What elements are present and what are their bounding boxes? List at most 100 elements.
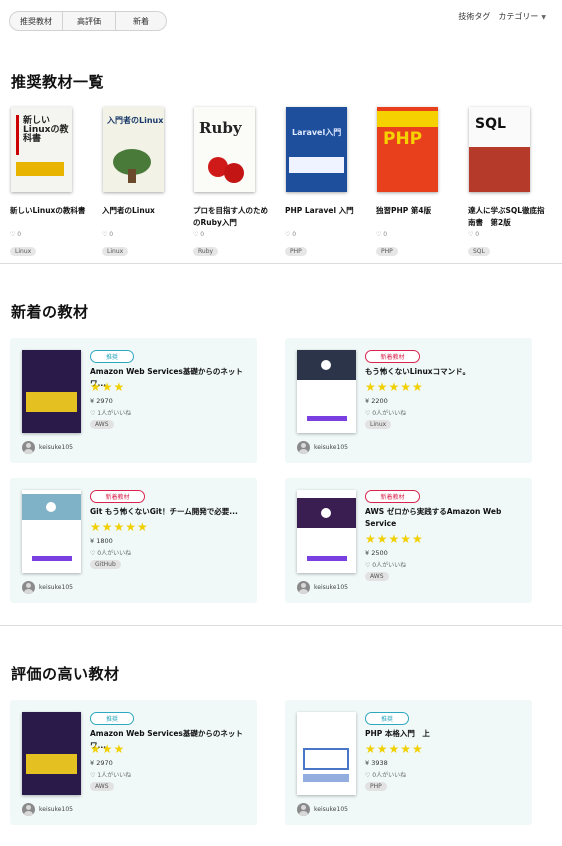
filter-dropdowns: 技術タグ カテゴリー ▼ xyxy=(458,11,546,22)
rating-stars: ★★★ xyxy=(90,742,126,756)
filter-tabs: 推奨教材 高評価 新着 xyxy=(9,11,167,31)
user-avatar-icon xyxy=(22,803,35,816)
material-card[interactable]: 新着教材 AWS ゼロから実践するAmazon Web Service ★★★★… xyxy=(285,478,532,603)
tech-tag[interactable]: AWS xyxy=(90,420,114,429)
tech-tag[interactable]: PHP xyxy=(285,247,307,256)
like-count[interactable]: ♡ 0人がいいね xyxy=(90,548,131,557)
category-filter[interactable]: カテゴリー ▼ xyxy=(498,11,546,22)
material-card[interactable]: 推奨 Amazon Web Services基礎からのネットワ... ★★★ ¥… xyxy=(10,338,257,463)
price: ¥ 3938 xyxy=(365,759,388,767)
book-cover xyxy=(22,350,81,433)
author-name: keisuke105 xyxy=(314,806,348,813)
tab-recommended[interactable]: 推奨教材 xyxy=(9,11,63,31)
section-title-recommended: 推奨教材一覧 xyxy=(11,73,105,91)
price: ¥ 2970 xyxy=(90,759,113,767)
tech-tag-filter[interactable]: 技術タグ xyxy=(458,11,490,22)
book-cover: 新しいLinuxの教科書 xyxy=(11,107,72,192)
material-card[interactable]: 新着教材 もう怖くないLinuxコマンド。 ★★★★★ ¥ 2200 ♡ 0人が… xyxy=(285,338,532,463)
book-cover: PHP xyxy=(377,107,438,192)
cover-title: PHP xyxy=(383,129,423,149)
recommended-book[interactable]: SQL 達人に学ぶSQL徹底指南書 第2版 ♡ 0 SQL xyxy=(468,107,550,257)
like-count[interactable]: ♡ 0人がいいね xyxy=(365,408,406,417)
tech-tag[interactable]: GitHub xyxy=(90,560,121,569)
book-title: 独習PHP 第4版 xyxy=(376,206,432,215)
tech-tag[interactable]: Ruby xyxy=(193,247,219,256)
tech-tag[interactable]: Linux xyxy=(10,247,37,256)
like-count[interactable]: ♡ 0人がいいね xyxy=(365,770,406,779)
book-title: 入門者のLinux xyxy=(102,206,155,215)
like-count[interactable]: ♡ 0 xyxy=(102,231,184,238)
author-name: keisuke105 xyxy=(39,444,73,451)
recommend-badge: 推奨 xyxy=(365,712,409,725)
recommended-book[interactable]: PHP 独習PHP 第4版 ♡ 0 PHP xyxy=(376,107,458,257)
like-count[interactable]: ♡ 0 xyxy=(285,231,367,238)
tab-newest[interactable]: 新着 xyxy=(116,11,167,31)
like-count[interactable]: ♡ 0人がいいね xyxy=(365,560,406,569)
price: ¥ 1800 xyxy=(90,537,113,545)
material-card[interactable]: 推奨 Amazon Web Services基礎からのネットワ... ★★★ ¥… xyxy=(10,700,257,825)
cover-title: Ruby xyxy=(199,119,242,137)
tech-tag[interactable]: Linux xyxy=(102,247,129,256)
material-card[interactable]: 新着教材 Git もう怖くないGit！チーム開発で必要... ★★★★★ ¥ 1… xyxy=(10,478,257,603)
recommended-book[interactable]: 新しいLinuxの教科書 新しいLinuxの教科書 ♡ 0 Linux xyxy=(10,107,92,257)
like-count[interactable]: ♡ 0 xyxy=(376,231,458,238)
user-avatar-icon xyxy=(22,441,35,454)
user-avatar-icon xyxy=(297,441,310,454)
tech-tag[interactable]: SQL xyxy=(468,247,490,256)
tech-tag[interactable]: Linux xyxy=(365,420,392,429)
book-cover xyxy=(297,350,356,433)
book-cover xyxy=(297,490,356,573)
tech-tag[interactable]: PHP xyxy=(365,782,387,791)
author[interactable]: keisuke105 xyxy=(22,803,73,816)
book-cover xyxy=(22,712,81,795)
recommended-book[interactable]: 入門者のLinux 入門者のLinux ♡ 0 Linux xyxy=(102,107,184,257)
tech-tag[interactable]: AWS xyxy=(90,782,114,791)
card-title: もう怖くないLinuxコマンド。 xyxy=(365,367,470,376)
author-name: keisuke105 xyxy=(39,584,73,591)
book-title: プロを目指す人のためのRuby入門 xyxy=(193,206,268,227)
author[interactable]: keisuke105 xyxy=(297,581,348,594)
rating-stars: ★★★★★ xyxy=(365,380,424,394)
author-name: keisuke105 xyxy=(39,806,73,813)
new-badge: 新着教材 xyxy=(365,350,420,363)
like-count[interactable]: ♡ 0 xyxy=(468,231,550,238)
book-cover xyxy=(297,712,356,795)
tech-tag[interactable]: AWS xyxy=(365,572,389,581)
user-avatar-icon xyxy=(297,581,310,594)
book-cover: 入門者のLinux xyxy=(103,107,164,192)
rating-stars: ★★★ xyxy=(90,380,126,394)
material-card[interactable]: 推奨 PHP 本格入門 上 ★★★★★ ¥ 3938 ♡ 0人がいいね PHP … xyxy=(285,700,532,825)
book-title: 達人に学ぶSQL徹底指南書 第2版 xyxy=(468,206,545,227)
like-count[interactable]: ♡ 1人がいいね xyxy=(90,770,131,779)
cover-title: 入門者のLinux xyxy=(107,116,164,125)
user-avatar-icon xyxy=(297,803,310,816)
recommended-book[interactable]: Ruby プロを目指す人のためのRuby入門 ♡ 0 Ruby xyxy=(193,107,275,257)
author-name: keisuke105 xyxy=(314,584,348,591)
filter-bar: 推奨教材 高評価 新着 技術タグ カテゴリー ▼ xyxy=(0,0,562,42)
user-avatar-icon xyxy=(22,581,35,594)
new-badge: 新着教材 xyxy=(365,490,420,503)
author[interactable]: keisuke105 xyxy=(297,803,348,816)
author[interactable]: keisuke105 xyxy=(22,441,73,454)
recommend-badge: 推奨 xyxy=(90,712,134,725)
tech-tag[interactable]: PHP xyxy=(376,247,398,256)
category-label: カテゴリー xyxy=(498,12,539,21)
like-count[interactable]: ♡ 0 xyxy=(193,231,275,238)
section-title-newest: 新着の教材 xyxy=(11,303,89,321)
cover-title: SQL xyxy=(475,116,506,132)
tab-top-rated[interactable]: 高評価 xyxy=(63,11,116,31)
author[interactable]: keisuke105 xyxy=(297,441,348,454)
like-count[interactable]: ♡ 1人がいいね xyxy=(90,408,131,417)
new-badge: 新着教材 xyxy=(90,490,145,503)
card-title: PHP 本格入門 上 xyxy=(365,729,430,738)
like-count[interactable]: ♡ 0 xyxy=(10,231,92,238)
book-cover: Laravel入門 xyxy=(286,107,347,192)
price: ¥ 2970 xyxy=(90,397,113,405)
recommend-badge: 推奨 xyxy=(90,350,134,363)
cover-title: 新しいLinuxの教科書 xyxy=(23,116,69,144)
rating-stars: ★★★★★ xyxy=(365,742,424,756)
section-divider xyxy=(0,625,562,626)
cover-title: Laravel入門 xyxy=(292,128,342,137)
recommended-book[interactable]: Laravel入門 PHP Laravel 入門 ♡ 0 PHP xyxy=(285,107,367,257)
author[interactable]: keisuke105 xyxy=(22,581,73,594)
